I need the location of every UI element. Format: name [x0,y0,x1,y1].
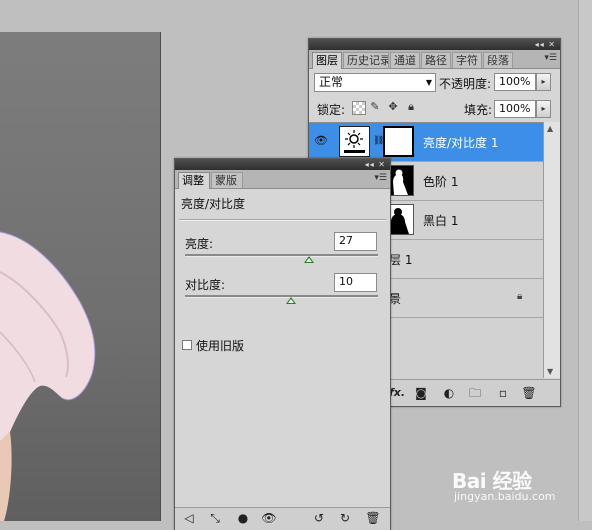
tab-adjustments[interactable]: 调整 [178,172,210,189]
layer-name: 亮度/对比度 1 [423,136,499,150]
adjustment-layer-icon[interactable]: ◐ [441,385,457,401]
layer-mask-thumbnail[interactable] [383,126,414,157]
fill-label: 填充: [464,103,493,117]
adjust-bottom-bar: ◁ ⤡ ● 👁︎ ↺ ↻ 🗑︎ [175,507,390,530]
layer-name: 层 1 [389,253,413,267]
legacy-label: 使用旧版 [196,339,245,353]
fill-arrow-icon[interactable]: ▸ [536,100,551,118]
eye-icon[interactable]: 👁︎ [313,135,329,147]
opacity-label: 不透明度: [439,77,492,91]
fill-input[interactable]: 100% [494,100,536,118]
panel-menu-icon[interactable]: ▾☰ [544,53,557,63]
brightness-label: 亮度: [185,237,214,251]
tab-channels[interactable]: 通道 [390,52,420,68]
lock-brush-icon[interactable]: ✎ [369,101,381,113]
blend-mode-value: 正常 [319,75,344,89]
brightness-slider-thumb[interactable] [303,256,314,263]
layer-name: 色阶 1 [423,175,459,189]
previous-state-icon[interactable]: ↺ [311,510,327,526]
tab-paths[interactable]: 路径 [421,52,451,68]
layers-tabbar: 图层 历史记录 通道 路径 字符 段落 ▾☰ [309,50,560,69]
contrast-slider[interactable] [185,295,378,298]
adjustments-panel: ◂◂ ✕ 调整 蒙版 ▾☰ 亮度/对比度 亮度: 27 对比度: 10 使用旧版… [174,158,391,530]
chevron-down-icon: ▼ [425,78,432,87]
tab-paragraph[interactable]: 段落 [483,52,513,68]
scroll-down-icon[interactable]: ▼ [547,367,553,376]
brightness-slider[interactable] [185,254,378,257]
back-icon[interactable]: ◁ [181,510,197,526]
contrast-label: 对比度: [185,278,226,292]
new-layer-icon[interactable]: ▫ [495,385,511,401]
contrast-input[interactable]: 10 [334,273,377,292]
delete-adjustment-icon[interactable]: 🗑︎ [365,510,381,526]
brightness-adjust-icon [339,126,370,157]
panel-header[interactable]: ◂◂ ✕ [175,159,390,170]
contrast-slider-thumb[interactable] [286,297,297,304]
panel-header[interactable]: ◂◂ ✕ [309,39,560,50]
blend-mode-select[interactable]: 正常 ▼ [314,73,436,92]
tab-layers[interactable]: 图层 [312,52,342,69]
fx-icon[interactable]: fx. [389,385,405,401]
clip-layer-icon[interactable]: ● [235,510,251,526]
brightness-input[interactable]: 27 [334,232,377,251]
layer-name: 黑白 1 [423,214,459,228]
expand-view-icon[interactable]: ⤡ [207,510,223,526]
new-group-icon[interactable]: 🗀︎ [467,385,483,401]
visibility-icon[interactable]: 👁︎ [261,510,277,526]
document-canvas[interactable] [0,32,161,521]
tab-history[interactable]: 历史记录 [343,52,389,68]
layers-scrollbar[interactable]: ▲ ▼ [543,122,560,378]
panel-menu-icon[interactable]: ▾☰ [374,173,387,183]
lock-transparent-icon[interactable] [352,101,366,115]
collapse-icon[interactable]: ◂◂ ✕ [365,159,386,170]
legacy-checkbox[interactable] [182,340,192,350]
reset-icon[interactable]: ↻ [337,510,353,526]
adjust-tabbar: 调整 蒙版 ▾☰ [175,170,390,189]
trash-icon[interactable]: 🗑︎ [521,385,537,401]
add-mask-icon[interactable]: ◙ [413,385,429,401]
baidu-watermark: Bai 经验 jingyan.baidu.com [452,465,562,505]
opacity-input[interactable]: 100% [494,73,536,91]
divider [179,219,386,221]
workspace-edge [578,0,592,521]
adjustment-title: 亮度/对比度 [181,197,246,211]
collapse-icon[interactable]: ◂◂ ✕ [535,39,556,50]
layer-row[interactable]: 👁︎ ⛓ 亮度/对比度 1 [309,123,543,162]
tab-character[interactable]: 字符 [452,52,482,68]
opacity-arrow-icon[interactable]: ▸ [536,73,551,91]
lock-all-icon[interactable]: 🔒︎ [405,101,417,113]
scroll-up-icon[interactable]: ▲ [547,124,553,133]
lock-label: 锁定: [317,103,346,117]
lock-icon: 🔒︎ [517,291,523,302]
watermark-url: jingyan.baidu.com [454,490,556,503]
tab-masks[interactable]: 蒙版 [211,172,243,188]
photo-fragment [0,231,96,521]
lock-move-icon[interactable]: ✥ [387,101,399,113]
